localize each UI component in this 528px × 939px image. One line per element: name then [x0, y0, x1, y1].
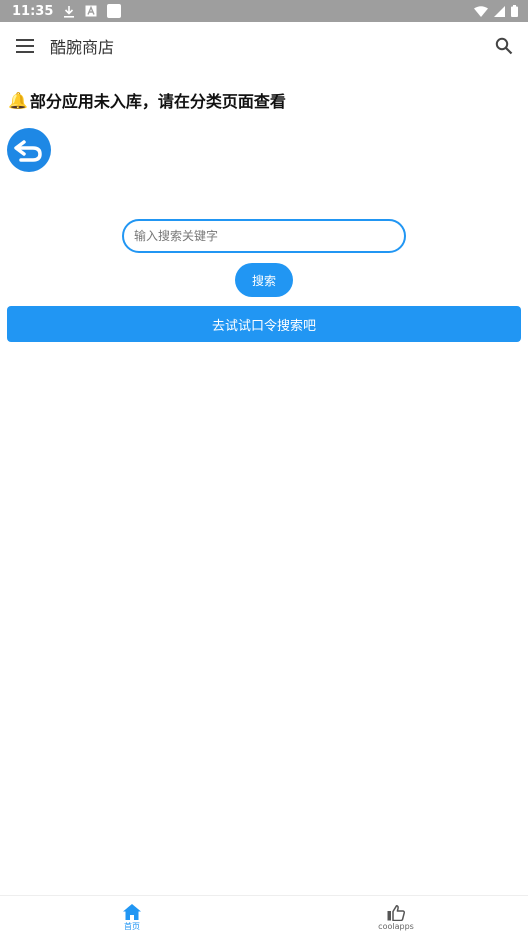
download-icon: [63, 5, 75, 18]
search-input[interactable]: [122, 219, 406, 253]
white-square-icon: [107, 4, 122, 18]
status-right: [474, 5, 518, 17]
status-time: 11:35: [12, 3, 54, 19]
menu-icon[interactable]: [14, 35, 36, 57]
back-arrow-icon: [14, 140, 42, 162]
nav-label-coolapps: coolapps: [378, 921, 414, 931]
search-button[interactable]: 搜索: [235, 263, 293, 297]
home-icon: [123, 903, 141, 920]
nav-label-home: 首页: [124, 921, 140, 931]
back-button[interactable]: [7, 128, 51, 172]
app-bar: 酷腕商店: [0, 22, 528, 70]
thumbs-up-icon: [387, 904, 405, 921]
nav-item-home[interactable]: 首页: [0, 896, 264, 939]
search-icon[interactable]: [492, 34, 516, 58]
signal-icon: [494, 5, 505, 17]
notice-text: 部分应用未入库，请在分类页面查看: [29, 92, 286, 111]
wifi-icon: [474, 5, 488, 17]
status-bar: 11:35: [0, 0, 528, 22]
battery-icon: [511, 5, 518, 17]
app-title: 酷腕商店: [50, 38, 115, 57]
bell-icon: 🔔: [8, 90, 28, 110]
bottom-nav: 首页 coolapps: [0, 895, 528, 939]
notice-banner: 🔔 部分应用未入库，请在分类页面查看: [8, 88, 286, 112]
a-box-icon: [85, 5, 97, 17]
password-search-button[interactable]: 去试试口令搜索吧: [7, 306, 521, 342]
status-left: 11:35: [12, 3, 122, 19]
nav-item-coolapps[interactable]: coolapps: [264, 896, 528, 939]
